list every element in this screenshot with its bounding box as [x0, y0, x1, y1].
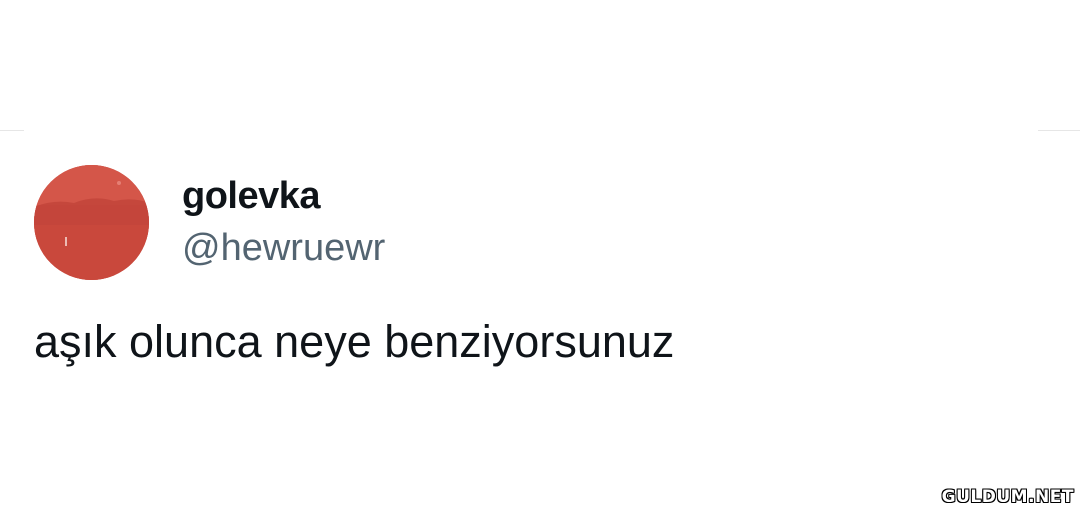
avatar[interactable]: [34, 165, 149, 280]
divider-right: [1038, 130, 1080, 131]
divider-left: [0, 130, 24, 131]
tweet-text: aşık olunca neye benziyorsunuz: [34, 316, 675, 367]
avatar-photo-icon: [34, 165, 149, 280]
watermark: GULDUM.NET: [941, 487, 1074, 507]
user-handle[interactable]: @hewruewr: [182, 226, 385, 270]
display-name[interactable]: golevka: [182, 174, 321, 218]
